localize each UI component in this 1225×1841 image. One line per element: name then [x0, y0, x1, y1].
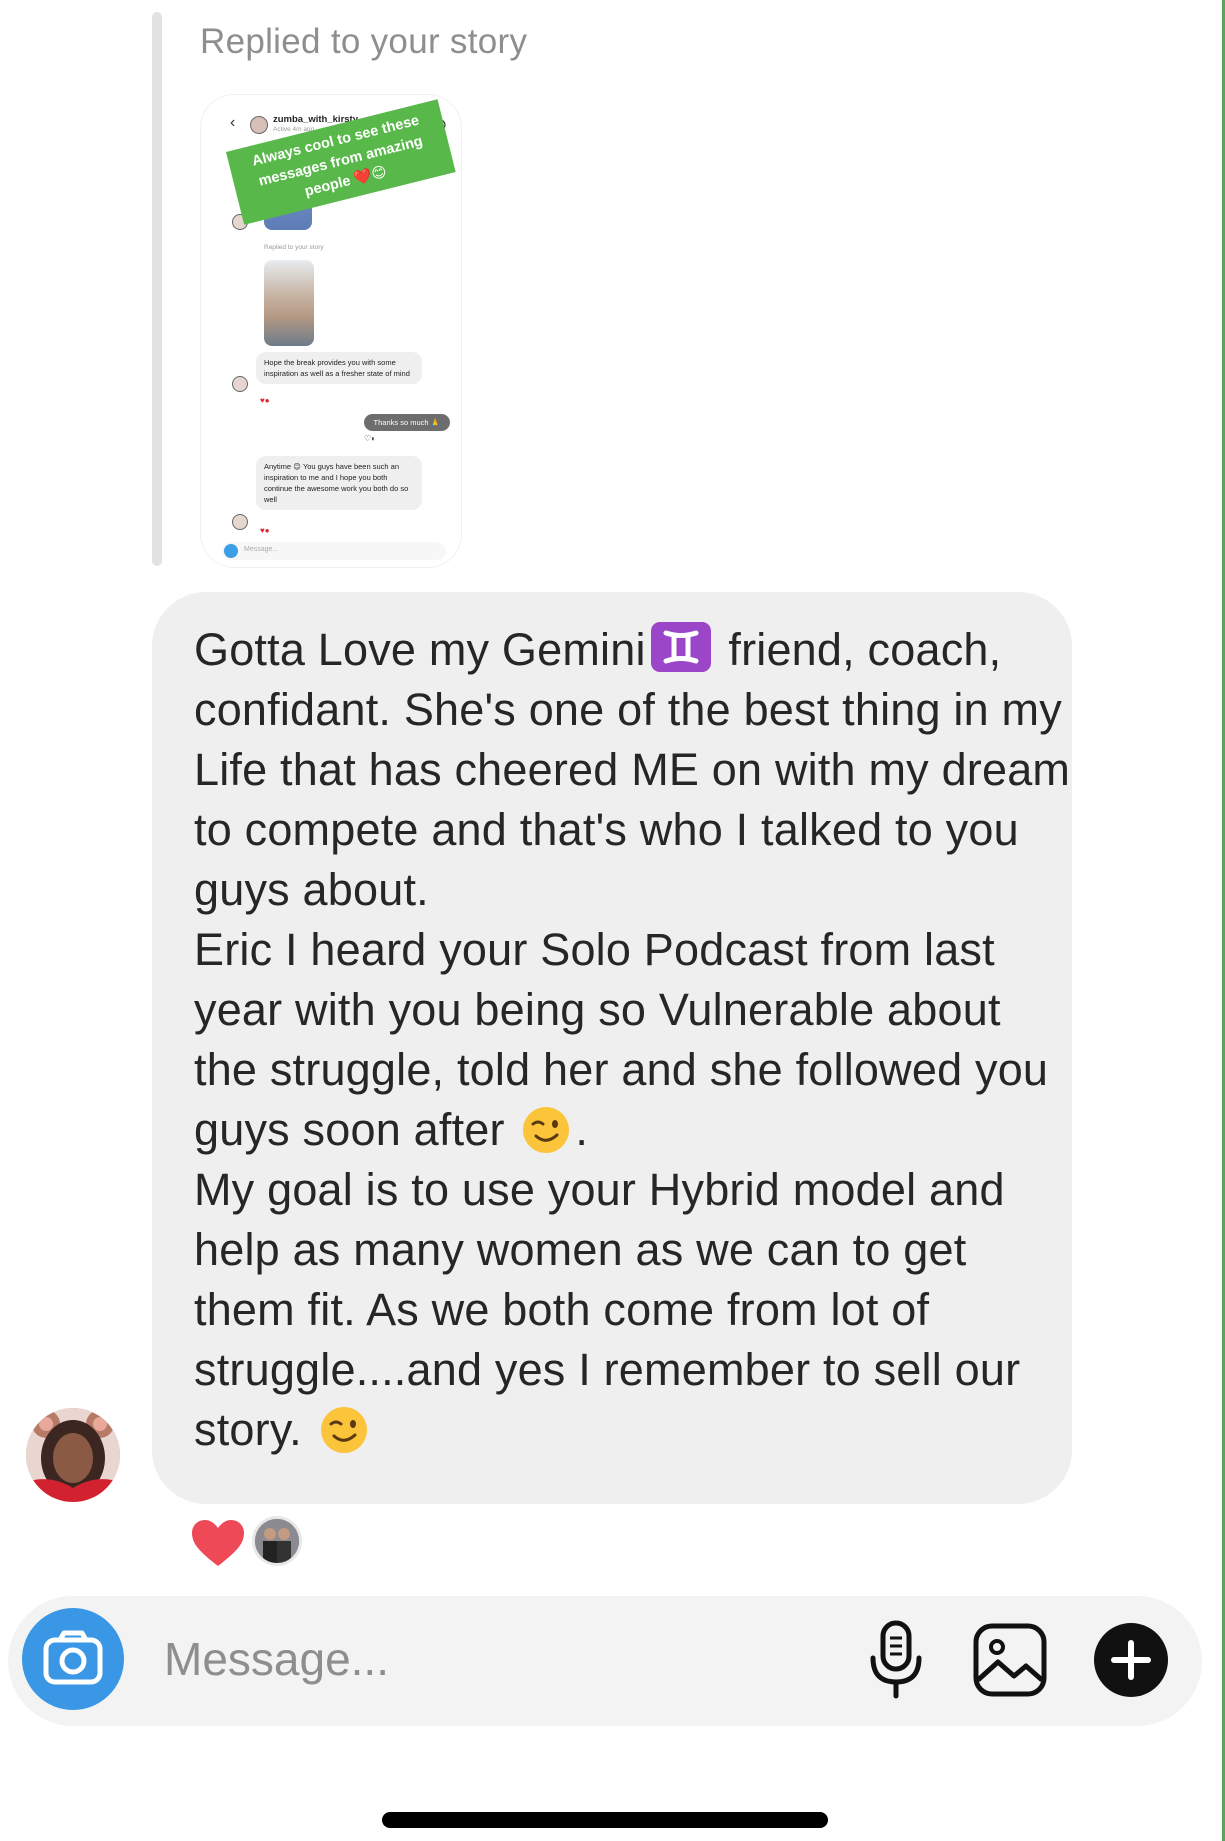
plus-icon [1111, 1640, 1151, 1680]
story-message-3: Anytime 😊 You guys have been such an ins… [256, 456, 422, 510]
message-text-part: Eric I heard your Solo Podcast from last… [194, 924, 1049, 1155]
message-paragraph: Eric I heard your Solo Podcast from last… [194, 920, 1074, 1160]
gallery-icon[interactable] [972, 1622, 1048, 1698]
back-icon: ‹ [230, 114, 236, 131]
message-text: Gotta Love my Gemini friend, coach, conf… [194, 620, 1074, 1460]
camera-button[interactable] [22, 1608, 124, 1710]
reaction-avatar-image [255, 1519, 299, 1563]
reply-label: Replied to your story [200, 22, 528, 61]
wink-emoji-icon [320, 1407, 367, 1453]
story-avatar [250, 116, 268, 134]
message-text-part: Gotta Love my Gemini [194, 624, 646, 675]
home-indicator[interactable] [382, 1812, 828, 1828]
story-thumbnail[interactable]: ‹ zumba_with_kirsty Active 4m ago Always… [200, 94, 462, 568]
story-reply-photo [264, 260, 314, 346]
story-small-avatar [232, 376, 248, 392]
wink-emoji-icon [523, 1107, 570, 1153]
heart-icon [192, 1520, 244, 1566]
camera-icon [43, 1630, 103, 1685]
story-message-1: Hope the break provides you with some in… [256, 352, 422, 384]
message-reactions[interactable] [190, 1514, 330, 1572]
story-small-avatar [232, 514, 248, 530]
story-camera-icon [224, 544, 238, 558]
sender-avatar[interactable] [26, 1408, 120, 1502]
message-text-part: . [575, 1104, 589, 1155]
message-paragraph: My goal is to use your Hybrid model and … [194, 1160, 1074, 1460]
reply-quote-bar [152, 12, 162, 566]
message-paragraph: Gotta Love my Gemini friend, coach, conf… [194, 620, 1074, 920]
message-input[interactable] [162, 1628, 826, 1690]
story-reaction: ♡◐ [364, 434, 377, 443]
microphone-icon[interactable] [866, 1620, 926, 1700]
story-status-time [240, 96, 243, 106]
avatar-image [26, 1408, 120, 1502]
story-reaction: ♥● [260, 526, 270, 535]
gemini-icon [650, 622, 711, 672]
story-message-2: Thanks so much 🙏 [363, 414, 450, 431]
reaction-avatar [252, 1516, 302, 1566]
plus-button[interactable] [1094, 1623, 1168, 1697]
story-replied-label: Replied to your story [264, 244, 324, 251]
story-reaction: ♥● [260, 396, 270, 405]
story-composer-placeholder: Message... [244, 546, 279, 553]
